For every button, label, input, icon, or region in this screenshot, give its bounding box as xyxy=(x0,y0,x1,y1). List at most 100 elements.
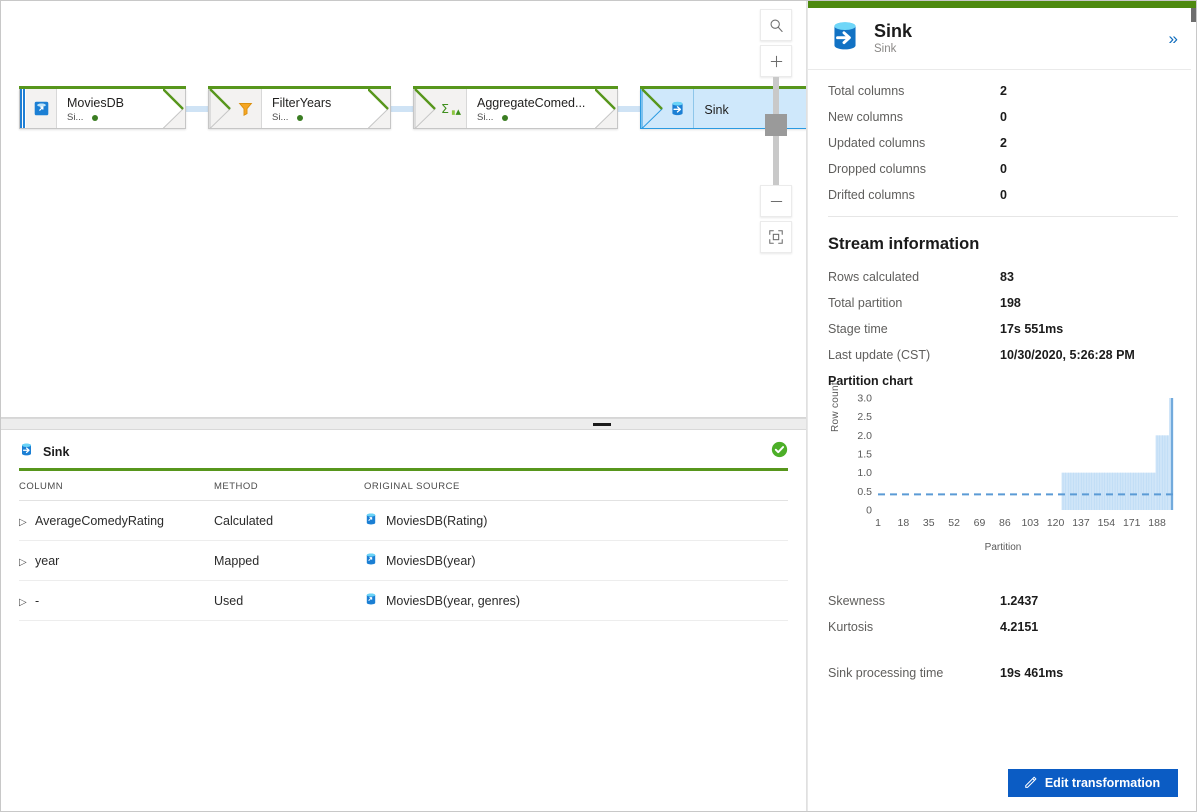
source-database-icon xyxy=(364,512,378,529)
stat-label: Total columns xyxy=(828,84,905,98)
partition-chart-title: Partition chart xyxy=(828,374,913,388)
svg-text:0.5: 0.5 xyxy=(857,486,872,498)
node-head-chevron-icon xyxy=(414,88,436,130)
svg-text:2.5: 2.5 xyxy=(857,411,872,423)
stat-value: 0 xyxy=(1000,188,1007,202)
cell-method: Calculated xyxy=(214,500,364,541)
graph-node-moviesdb[interactable]: MoviesDB Si... xyxy=(19,86,186,129)
cell-column: ▷ AverageComedyRating xyxy=(19,500,214,541)
stat-value: 4.2151 xyxy=(1000,620,1039,634)
svg-text:35: 35 xyxy=(923,517,935,529)
double-chevron-right-icon[interactable]: » xyxy=(1169,30,1178,47)
details-title: Sink xyxy=(874,20,913,41)
stat-skewness: Skewness 1.2437 xyxy=(828,594,1178,608)
node-head-chevron-icon xyxy=(641,88,664,130)
stat-value: 83 xyxy=(1000,270,1014,284)
stat-label: Drifted columns xyxy=(828,188,915,202)
pencil-icon xyxy=(1024,775,1038,792)
svg-text:86: 86 xyxy=(999,517,1011,529)
svg-text:3.0: 3.0 xyxy=(857,393,872,405)
stat-label: Dropped columns xyxy=(828,162,926,176)
svg-text:18: 18 xyxy=(898,517,910,529)
distribution-stats-list: Skewness 1.2437 Kurtosis 4.2151 xyxy=(828,594,1178,634)
filter-funnel-icon xyxy=(230,89,262,128)
node-subtitle-row: Si... xyxy=(272,111,358,124)
search-icon[interactable] xyxy=(760,9,792,41)
svg-text:137: 137 xyxy=(1072,517,1090,529)
node-subtitle-row: Si... xyxy=(477,111,585,124)
expand-caret-icon[interactable]: ▷ xyxy=(19,557,35,568)
zoom-out-minus-icon[interactable] xyxy=(760,185,792,217)
source-database-icon xyxy=(364,552,378,569)
svg-text:171: 171 xyxy=(1123,517,1141,529)
node-subtitle-row: Si... xyxy=(67,111,153,124)
node-body: MoviesDB Si... xyxy=(57,89,163,128)
svg-text:52: 52 xyxy=(948,517,960,529)
panel-splitter[interactable] xyxy=(1,418,806,430)
svg-text:2.0: 2.0 xyxy=(857,430,872,442)
expand-caret-icon[interactable]: ▷ xyxy=(19,597,35,608)
zoom-slider-thumb[interactable] xyxy=(765,114,787,136)
stat-updated-columns: Updated columns 2 xyxy=(828,136,1178,150)
dataflow-graph: MoviesDB Si... FilterYears Si... Σ Aggre… xyxy=(19,86,806,130)
stat-dropped-columns: Dropped columns 0 xyxy=(828,162,1178,176)
svg-text:1: 1 xyxy=(875,517,881,529)
node-body: AggregateComed... Si... xyxy=(467,89,596,128)
node-status-dot-icon xyxy=(92,114,99,121)
stat-value: 1.2437 xyxy=(1000,594,1039,608)
stat-label: New columns xyxy=(828,110,904,124)
table-row[interactable]: ▷ year Mapped MoviesDB(year) xyxy=(19,540,788,581)
zoom-in-plus-icon[interactable] xyxy=(760,45,792,77)
details-scrollbar-thumb[interactable] xyxy=(1191,8,1196,22)
svg-text:Σ: Σ xyxy=(441,101,449,116)
table-row[interactable]: ▷ - Used MoviesDB(year, genres) xyxy=(19,580,788,621)
stat-label: Skewness xyxy=(828,594,885,608)
node-body: FilterYears Si... xyxy=(262,89,368,128)
sink-database-icon xyxy=(19,442,34,462)
table-header-column: COLUMN xyxy=(19,471,214,501)
cell-method: Mapped xyxy=(214,540,364,581)
table-header-row: COLUMN METHOD ORIGINAL SOURCE xyxy=(19,471,788,501)
dataflow-canvas[interactable]: MoviesDB Si... FilterYears Si... Σ Aggre… xyxy=(1,1,806,418)
cell-source-text: MoviesDB(Rating) xyxy=(386,513,488,528)
graph-node-aggregatecomedy[interactable]: Σ AggregateComed... Si... xyxy=(413,86,619,130)
stat-value: 0 xyxy=(1000,110,1007,124)
inspect-panel: Sink COLUMN METHOD ORIGINAL SOURCE ▷ Ave… xyxy=(1,430,806,811)
expand-caret-icon[interactable]: ▷ xyxy=(19,517,35,528)
cell-column: ▷ - xyxy=(19,580,214,621)
details-scrollbar[interactable] xyxy=(1191,8,1196,811)
stat-label: Kurtosis xyxy=(828,620,874,634)
canvas-zoom-toolbar[interactable] xyxy=(760,9,792,253)
node-tail-chevron-icon xyxy=(162,88,185,129)
edit-transformation-button[interactable]: Edit transformation xyxy=(1008,769,1178,797)
zoom-slider[interactable] xyxy=(760,77,792,185)
dataflow-debug-screen: MoviesDB Si... FilterYears Si... Σ Aggre… xyxy=(0,0,1197,812)
stat-new-columns: New columns 0 xyxy=(828,110,1178,124)
partition-chart: Row count 0 0.5 1.0 1.5 2.0 2.5 3.0 1 18 35 52 69 86… xyxy=(828,382,1178,560)
graph-node-filteryears[interactable]: FilterYears Si... xyxy=(208,86,391,130)
stat-label: Updated columns xyxy=(828,136,926,150)
sink-database-icon xyxy=(828,19,862,58)
cell-source: MoviesDB(year) xyxy=(364,540,788,581)
stream-information-title: Stream information xyxy=(828,235,980,253)
stat-value: 17s 551ms xyxy=(1000,322,1064,336)
stat-total-partition: Total partition 198 xyxy=(828,296,1178,310)
source-stripe xyxy=(20,89,26,128)
chart-y-axis-label: Row count xyxy=(830,382,841,432)
node-tail-chevron-icon xyxy=(367,88,390,129)
stat-value: 19s 461ms xyxy=(1000,666,1064,680)
stat-sink-processing-time: Sink processing time 19s 461ms xyxy=(828,666,1178,680)
stat-label: Total partition xyxy=(828,296,903,310)
details-subtitle: Sink xyxy=(874,42,897,55)
cell-column-text: - xyxy=(35,593,40,608)
splitter-grip-handle[interactable] xyxy=(593,423,611,426)
stat-stage-time: Stage time 17s 551ms xyxy=(828,322,1178,336)
stat-label: Rows calculated xyxy=(828,270,920,284)
node-subtitle: Si... xyxy=(272,112,289,123)
connector-1 xyxy=(186,89,208,129)
table-row[interactable]: ▷ AverageComedyRating Calculated MoviesD… xyxy=(19,500,788,541)
node-status-dot-icon xyxy=(502,114,509,121)
stat-label: Last update (CST) xyxy=(828,348,931,362)
fit-screen-icon[interactable] xyxy=(760,221,792,253)
stat-kurtosis: Kurtosis 4.2151 xyxy=(828,620,1178,634)
